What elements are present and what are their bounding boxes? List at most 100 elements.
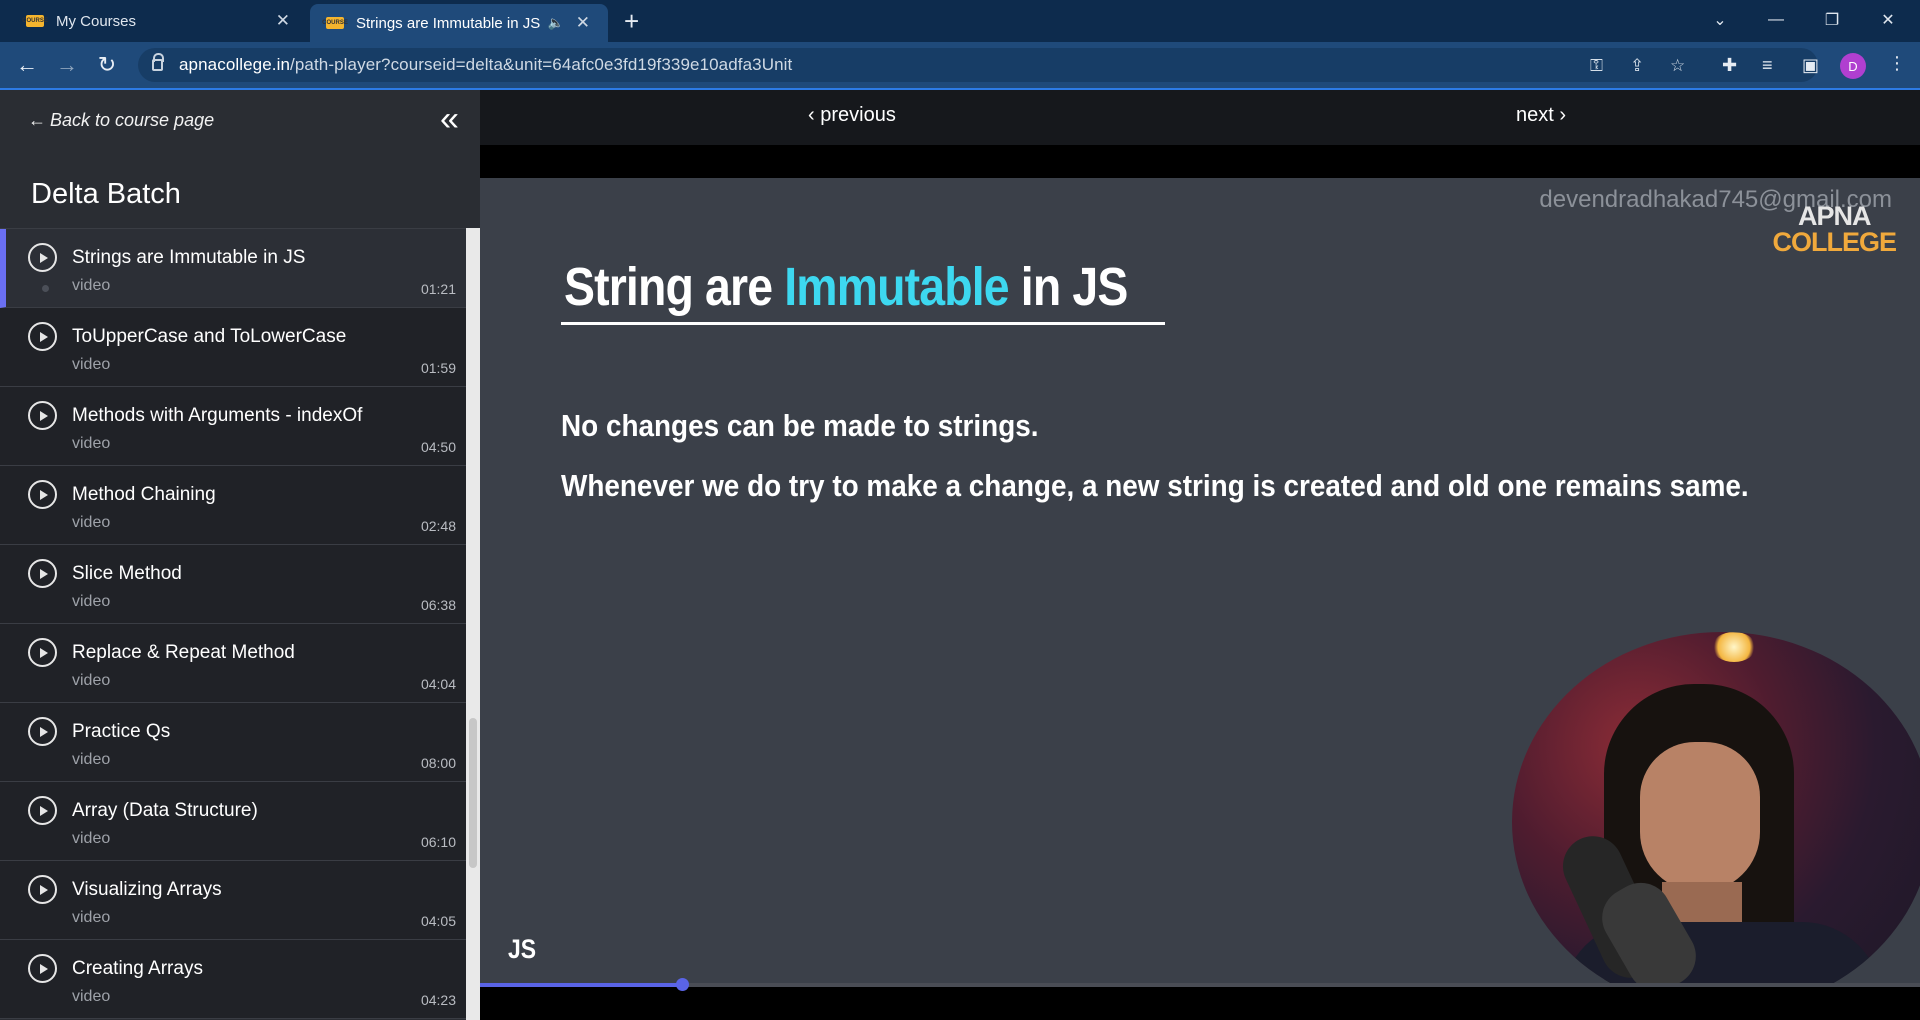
lesson-item[interactable]: Methods with Arguments - indexOf video 04:…	[0, 387, 466, 466]
video-frame[interactable]: devendradhakad745@gmail.com APNA COLLEGE…	[480, 178, 1920, 983]
player-area: ‹ previous next › devendradhakad745@gmai…	[480, 90, 1920, 1020]
slide-title: String are Immutable in JS	[564, 257, 1128, 317]
left-arrow-icon: ←	[28, 110, 46, 130]
back-arrow-icon[interactable]: ←	[14, 52, 40, 78]
play-circle-icon	[28, 875, 57, 904]
lesson-type: video	[72, 435, 111, 452]
lesson-title: Method Chaining	[72, 484, 216, 505]
profile-avatar[interactable]: D	[1840, 53, 1866, 79]
reload-icon[interactable]: ↻	[94, 52, 120, 78]
lesson-type: video	[72, 514, 111, 531]
speaker-icon[interactable]: 🔈	[548, 15, 564, 31]
video-letterbox-top	[480, 145, 1920, 178]
lesson-duration: 04:04	[420, 676, 456, 692]
lesson-duration: 02:48	[420, 518, 456, 534]
collapse-chevrons-icon[interactable]: «	[440, 100, 459, 139]
lesson-duration: 04:05	[420, 913, 456, 929]
lesson-title: Array (Data Structure)	[72, 800, 258, 821]
tab-label: Strings are Immutable in JS	[356, 14, 541, 32]
next-button[interactable]: next ›	[1516, 104, 1566, 127]
lesson-duration: 06:10	[420, 834, 456, 850]
scrollbar-thumb[interactable]	[469, 718, 477, 868]
title-underline	[561, 322, 1165, 325]
progress-track[interactable]	[480, 983, 1920, 987]
course-sidebar: ← Back to course page « Delta Batch Stri…	[0, 90, 480, 1020]
apna-college-logo: APNA COLLEGE	[1772, 201, 1897, 257]
lesson-type: video	[72, 909, 111, 926]
course-title: Delta Batch	[31, 178, 181, 210]
lesson-item[interactable]: Creating Arrays video 04:23	[0, 940, 466, 1019]
restore-icon[interactable]: ❐	[1804, 0, 1860, 40]
lesson-duration: 08:00	[420, 755, 456, 771]
address-bar-row: ← → ↻ apnacollege.in/path-player?coursei…	[0, 42, 1920, 88]
progress-knob[interactable]	[675, 978, 689, 991]
play-circle-icon	[28, 638, 57, 667]
lesson-item[interactable]: Replace & Repeat Method video 04:04	[0, 624, 466, 703]
url-field[interactable]: apnacollege.in/path-player?courseid=delt…	[138, 48, 1818, 82]
tab-label: My Courses	[56, 12, 137, 30]
progress-fill	[480, 983, 682, 987]
back-to-course-link[interactable]: ← Back to course page	[28, 110, 214, 131]
lesson-type: video	[72, 277, 111, 294]
new-tab-plus-icon[interactable]: +	[624, 6, 639, 37]
close-icon[interactable]: ✕	[276, 11, 290, 31]
slide-tag: JS	[508, 934, 537, 964]
key-icon[interactable]: ⚿	[1590, 56, 1603, 76]
lesson-type: video	[72, 988, 111, 1005]
tab-strings-immutable[interactable]: COURSE Strings are Immutable in JS 🔈 ✕	[310, 4, 608, 42]
current-dot-icon	[42, 285, 49, 292]
close-icon[interactable]: ✕	[576, 13, 590, 33]
video-controls-band	[480, 983, 1920, 1020]
lesson-item[interactable]: Strings are Immutable in JS video 01:21	[0, 229, 466, 308]
lesson-item[interactable]: Method Chaining video 02:48	[0, 466, 466, 545]
slide-line-2: Whenever we do try to make a change, a n…	[561, 468, 1749, 503]
lesson-item[interactable]: ToUpperCase and ToLowerCase video 01:59	[0, 308, 466, 387]
lesson-type: video	[72, 356, 111, 373]
lesson-title: Strings are Immutable in JS	[72, 247, 306, 268]
media-queue-icon[interactable]: ≡	[1762, 55, 1773, 76]
course-favicon-icon: COURSE	[22, 15, 48, 27]
lesson-duration: 01:21	[420, 281, 456, 297]
tab-search-chevron-icon[interactable]: ⌄	[1692, 0, 1748, 40]
play-circle-icon	[28, 559, 57, 588]
side-panel-icon[interactable]: ▣	[1802, 55, 1819, 76]
lesson-item[interactable]: Slice Method video 06:38	[0, 545, 466, 624]
lock-icon[interactable]	[152, 53, 164, 71]
extensions-puzzle-icon[interactable]: ✚	[1722, 55, 1737, 76]
lesson-item[interactable]: Visualizing Arrays video 04:05	[0, 861, 466, 940]
play-circle-icon	[28, 480, 57, 509]
lesson-title: Practice Qs	[72, 721, 171, 742]
window-close-icon[interactable]: ✕	[1860, 0, 1916, 40]
bookmark-star-icon[interactable]: ☆	[1670, 56, 1685, 76]
lesson-title: Methods with Arguments - indexOf	[72, 405, 363, 426]
scrollbar-track[interactable]	[466, 228, 480, 1020]
play-circle-icon	[28, 401, 57, 430]
tab-my-courses[interactable]: COURSE My Courses ✕	[0, 0, 308, 42]
lesson-list: Strings are Immutable in JS video 01:21 ToU…	[0, 228, 466, 1020]
play-circle-icon	[28, 322, 57, 351]
minimize-icon[interactable]: —	[1748, 0, 1804, 40]
kebab-menu-icon[interactable]: ⋮	[1888, 53, 1906, 74]
lesson-title: ToUpperCase and ToLowerCase	[72, 326, 347, 347]
share-icon[interactable]: ⇪	[1630, 56, 1644, 76]
lesson-title: Creating Arrays	[72, 958, 203, 979]
back-label: Back to course page	[50, 110, 215, 130]
lesson-type: video	[72, 751, 111, 768]
lesson-duration: 04:50	[420, 439, 456, 455]
play-circle-icon	[28, 717, 57, 746]
play-circle-icon	[28, 954, 57, 983]
lesson-type: video	[72, 830, 111, 847]
lesson-title: Slice Method	[72, 563, 182, 584]
browser-tabbar: COURSE My Courses ✕ COURSE Strings are I…	[0, 0, 1920, 42]
play-circle-icon	[28, 796, 57, 825]
lesson-title: Replace & Repeat Method	[72, 642, 295, 663]
lesson-duration: 01:59	[420, 360, 456, 376]
previous-button[interactable]: ‹ previous	[808, 104, 896, 127]
lesson-type: video	[72, 593, 111, 610]
url-text: apnacollege.in/path-player?courseid=delt…	[179, 55, 793, 74]
slide-line-1: No changes can be made to strings.	[561, 408, 1039, 443]
lesson-item[interactable]: Array (Data Structure) video 06:10	[0, 782, 466, 861]
forward-arrow-icon[interactable]: →	[54, 52, 80, 78]
lesson-title: Visualizing Arrays	[72, 879, 222, 900]
lesson-item[interactable]: Practice Qs video 08:00	[0, 703, 466, 782]
